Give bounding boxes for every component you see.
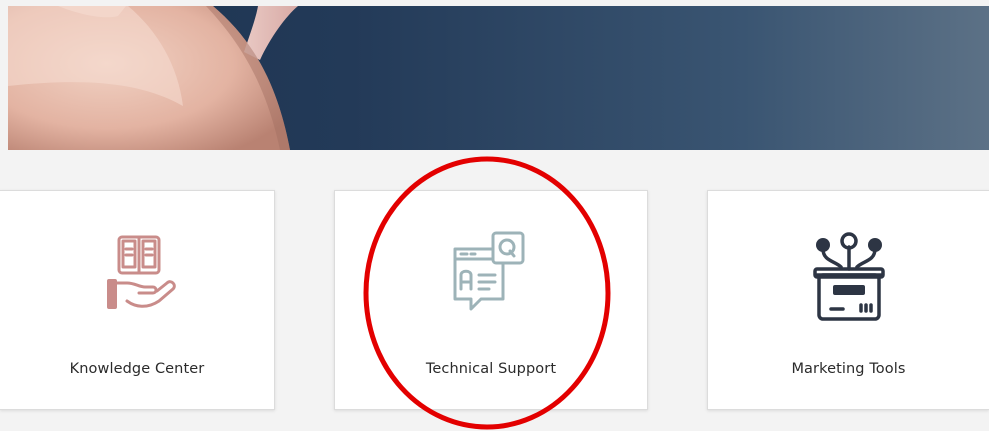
hero-banner-image [8,6,298,150]
technical-support-card[interactable]: Technical Support [334,190,648,410]
hero-banner [8,6,989,150]
knowledge-center-label: Knowledge Center [69,361,205,377]
technical-support-label: Technical Support [425,361,557,377]
book-hand-icon [107,235,176,309]
service-cards: Knowledge Center Technical Support Marke… [0,150,989,431]
marketing-tools-card[interactable]: Marketing Tools [707,190,989,410]
marketing-box-icon [812,232,885,321]
support-chat-icon [453,231,525,311]
knowledge-center-card[interactable]: Knowledge Center [0,190,275,410]
marketing-tools-label: Marketing Tools [791,361,906,377]
page: Knowledge Center Technical Support Marke… [0,0,989,431]
